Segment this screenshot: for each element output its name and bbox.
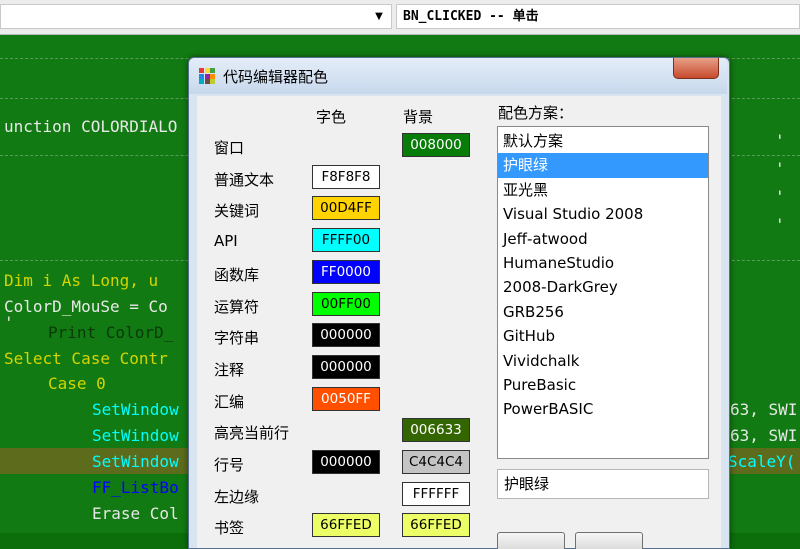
scheme-list-item[interactable]: 默认方案 <box>498 129 708 153</box>
code-line: Case 0 <box>48 374 106 393</box>
ok-button[interactable] <box>497 532 565 549</box>
foreground-color-swatch[interactable]: FF0000 <box>312 259 380 284</box>
foreground-header: 字色 <box>316 108 347 126</box>
code-line: Erase Col <box>92 504 179 523</box>
foreground-color-swatch[interactable]: 00FF00 <box>312 291 380 316</box>
background-color-swatch[interactable]: 006633 <box>402 418 470 443</box>
code-line: SetWindow <box>92 400 179 419</box>
object-combo[interactable]: ▼ <box>0 4 392 29</box>
scheme-listbox[interactable]: 默认方案 护眼绿 亚光黑 Visual Studio 2008 Jeff-atwood H… <box>497 126 709 459</box>
code-line: unction COLORDIALO <box>4 117 178 136</box>
foreground-color-swatch[interactable]: 66FFED <box>312 513 380 538</box>
color-row-label: API <box>214 232 238 251</box>
dialog-client-area: 字色 背景 配色方案： 窗口 008000 普通文本 F8F8F8 关键词 00D4FF A… <box>197 96 721 549</box>
color-row-label: 运算符 <box>214 297 260 316</box>
color-row-label: 行号 <box>214 456 245 474</box>
scheme-list-item[interactable]: PowerBASIC <box>498 397 708 421</box>
code-comment-tick: ' <box>775 187 785 206</box>
code-comment-tick: ' <box>775 131 785 150</box>
event-selector-bar: ▼ BN_CLICKED -- 单击 <box>0 0 800 35</box>
dropdown-arrow-icon[interactable]: ▼ <box>369 6 389 27</box>
foreground-color-swatch[interactable]: 0050FF <box>312 386 380 411</box>
background-color-swatch[interactable]: 008000 <box>402 133 470 157</box>
color-row-label: 汇编 <box>214 392 245 411</box>
scheme-list-item[interactable]: GRB256 <box>498 300 708 324</box>
color-row-label: 窗口 <box>214 139 245 157</box>
dialog-title-bar[interactable]: 代码编辑器配色 <box>189 58 727 94</box>
code-line: Print ColorD_ <box>48 323 174 342</box>
foreground-color-swatch[interactable]: 000000 <box>312 450 380 474</box>
background-color-swatch[interactable]: FFFFFF <box>402 481 470 506</box>
foreground-color-swatch[interactable]: F8F8F8 <box>312 164 380 189</box>
palette-icon <box>199 68 215 84</box>
foreground-color-swatch[interactable]: 000000 <box>312 354 380 379</box>
code-line: Select Case Contr <box>4 349 168 368</box>
scheme-name-input[interactable]: 护眼绿 <box>497 469 709 499</box>
foreground-color-swatch[interactable]: 00D4FF <box>312 196 380 221</box>
code-line: FF_ListBo <box>92 478 179 497</box>
scheme-list-item[interactable]: Visual Studio 2008 <box>498 202 708 226</box>
background-color-swatch[interactable]: 66FFED <box>402 513 470 538</box>
color-row-label: 字符串 <box>214 329 260 348</box>
scheme-list-item[interactable]: 护眼绿 <box>498 153 708 178</box>
scheme-list-item[interactable]: GitHub <box>498 324 708 348</box>
scheme-list-item[interactable]: Vividchalk <box>498 349 708 373</box>
code-line: ColorD_MouSe = Co <box>4 297 168 316</box>
color-row-label: 左边缘 <box>214 487 260 506</box>
foreground-color-swatch[interactable]: 000000 <box>312 323 380 348</box>
code-comment-tick: ' <box>4 313 14 332</box>
code-line: SetWindow <box>92 426 179 445</box>
scheme-header: 配色方案： <box>498 104 574 122</box>
scheme-list-item[interactable]: PureBasic <box>498 373 708 397</box>
code-line-tail: ScaleY( <box>728 452 796 471</box>
color-row-label: 关键词 <box>214 202 260 221</box>
scheme-list-item[interactable]: HumaneStudio <box>498 251 708 275</box>
color-row-label: 注释 <box>214 360 245 379</box>
color-row-label: 函数库 <box>214 265 260 284</box>
code-line-tail: 63, SWI <box>730 400 798 419</box>
background-color-swatch[interactable]: C4C4C4 <box>402 450 470 474</box>
color-row-label: 书签 <box>214 519 245 538</box>
color-scheme-dialog: 代码编辑器配色 字色 背景 配色方案： 窗口 008000 普通文本 F8F8F8 关键… <box>188 57 730 549</box>
dialog-title: 代码编辑器配色 <box>223 68 329 86</box>
code-line-tail: 63, SWI <box>730 426 798 445</box>
color-row-label: 高亮当前行 <box>214 424 290 443</box>
code-comment-tick: ' <box>775 215 785 234</box>
scheme-list-item[interactable]: Jeff-atwood <box>498 227 708 251</box>
close-button[interactable] <box>673 58 719 79</box>
scheme-list-item[interactable]: 2008-DarkGrey <box>498 275 708 299</box>
background-header: 背景 <box>403 108 434 126</box>
scheme-list-item[interactable]: 亚光黑 <box>498 178 708 202</box>
foreground-color-swatch[interactable]: FFFF00 <box>312 228 380 253</box>
code-line: SetWindow <box>92 452 179 471</box>
code-comment-tick: ' <box>775 159 785 178</box>
event-combo[interactable]: BN_CLICKED -- 单击 <box>396 4 800 29</box>
color-row-label: 普通文本 <box>214 170 275 189</box>
code-line: Dim i As Long, u <box>4 271 159 290</box>
cancel-button[interactable] <box>575 532 643 549</box>
